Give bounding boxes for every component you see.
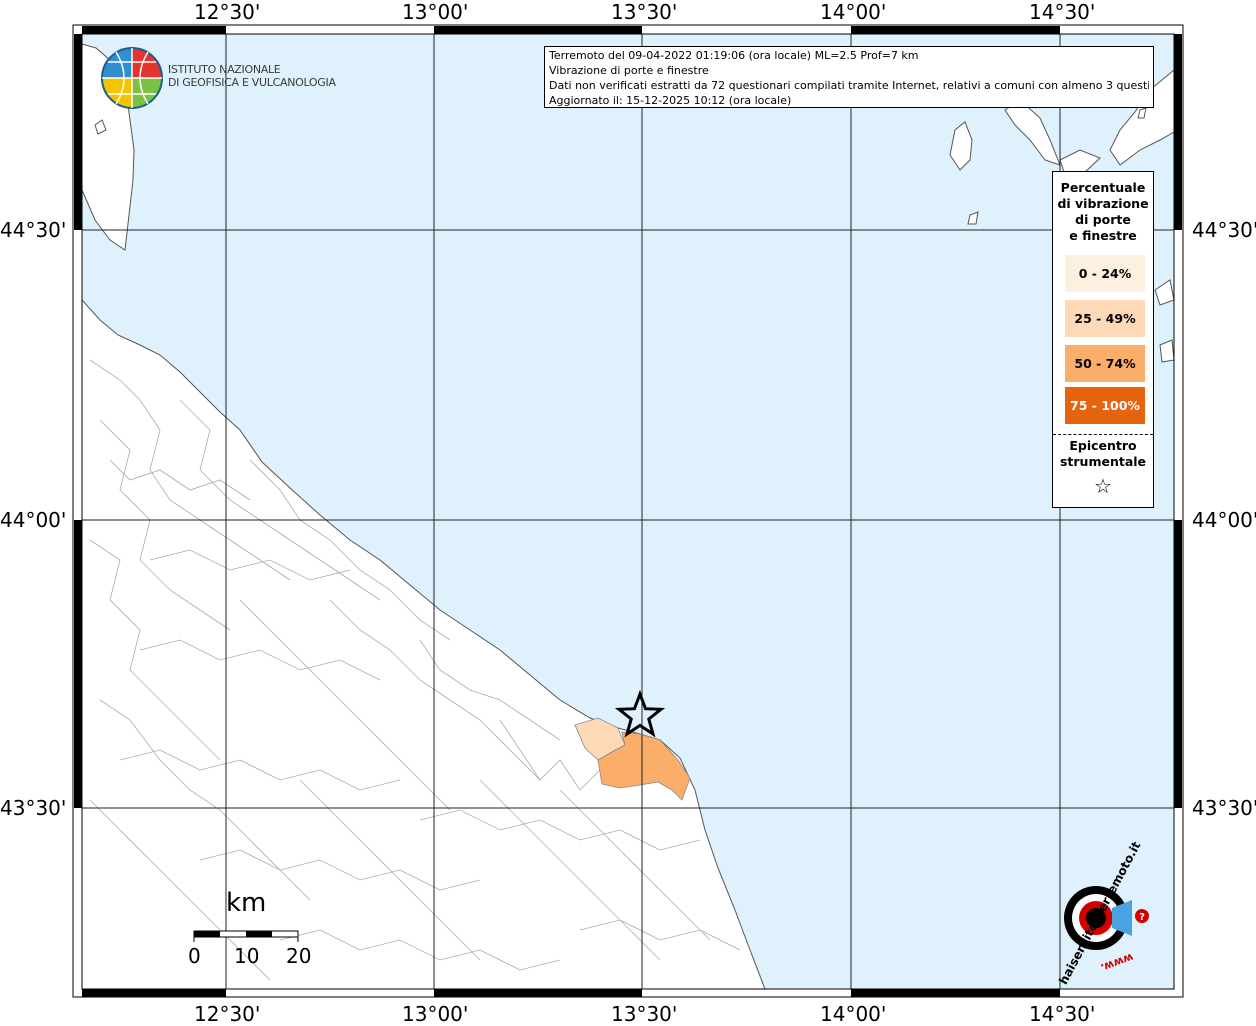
ingv-logo [100,46,164,114]
globe-icon [101,47,163,109]
legend: Percentuale di vibrazione di porte e fin… [1052,171,1154,508]
x-tick-top-2: 13°00' [402,0,469,24]
institute-line-1: ISTITUTO NAZIONALE [168,63,281,76]
y-tick-left-3: 43°30' [0,796,67,820]
legend-epicenter-label: Epicentro strumentale [1059,438,1147,469]
scale-label-0: 0 [188,944,201,968]
legend-title: Percentuale di vibrazione di porte e fin… [1057,180,1149,243]
x-tick-bottom-1: 12°30' [194,1002,261,1026]
institute-line-2: DI GEOFISICA E VULCANOLOGIA [168,76,336,89]
event-info-line: Dati non verificati estratti da 72 quest… [549,79,1149,92]
scale-bar: km 0 10 20 [180,888,320,968]
legend-separator [1053,434,1153,435]
y-tick-left-1: 44°30' [0,218,67,242]
epicenter-star-icon: ☆ [1094,474,1112,498]
x-tick-top-4: 14°00' [820,0,887,24]
x-tick-bottom-4: 14°00' [820,1002,887,1026]
scale-unit: km [226,888,267,918]
x-tick-top-5: 14°30' [1029,0,1096,24]
y-tick-right-3: 43°30' [1192,796,1256,820]
y-tick-right-2: 44°00' [1192,508,1256,532]
legend-class-0-24: 0 - 24% [1065,255,1145,292]
event-info-box: Terremoto del 09-04-2022 01:19:06 (ora l… [544,46,1154,108]
x-tick-top-1: 12°30' [194,0,261,24]
y-tick-right-1: 44°30' [1192,218,1256,242]
y-tick-left-2: 44°00' [0,508,67,532]
institute-name: ISTITUTO NAZIONALE DI GEOFISICA E VULCAN… [168,63,336,89]
legend-class-50-74: 50 - 74% [1065,345,1145,382]
scale-label-20: 20 [286,944,312,968]
event-info-line: Terremoto del 09-04-2022 01:19:06 (ora l… [549,49,919,62]
x-tick-bottom-3: 13°30' [611,1002,678,1026]
hst-logo: ? haisentitoilterremoto.it www. [1030,839,1160,987]
legend-class-25-49: 25 - 49% [1065,300,1145,337]
scale-label-10: 10 [234,944,260,968]
x-tick-top-3: 13°30' [611,0,678,24]
x-tick-bottom-5: 14°30' [1029,1002,1096,1026]
event-info-line: Aggiornato il: 15-12-2025 10:12 (ora loc… [549,94,792,107]
x-tick-bottom-2: 13°00' [402,1002,469,1026]
svg-text:?: ? [1139,912,1145,923]
legend-class-75-100: 75 - 100% [1065,387,1145,424]
event-info-line: Vibrazione di porte e finestre [549,64,709,77]
